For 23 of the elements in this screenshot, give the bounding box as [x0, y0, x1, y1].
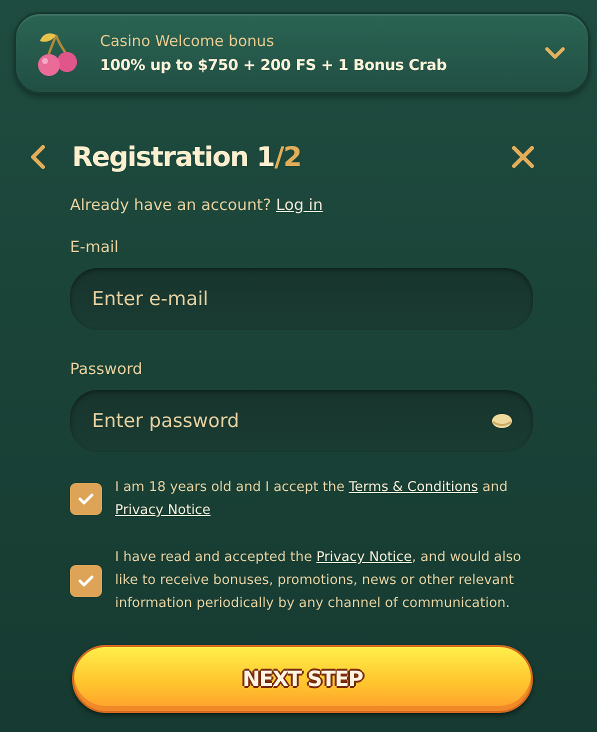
bonus-label: Casino Welcome bonus [100, 32, 276, 50]
consent-text: I am 18 years old and I accept the Terms & Conditions and Privacy Notice [115, 479, 509, 520]
login-prompt: Already have an account? Log in [70, 196, 324, 214]
consent-text: I have read and accepted the Privacy Notice, and would also like to receive bonuses, promotions, news or other relevant information periodically by any channel of communication. [115, 549, 522, 613]
chevron-down-icon[interactable] [544, 46, 566, 60]
back-icon[interactable] [28, 144, 48, 170]
bonus-offer: 100% up to $750 + 200 FS + 1 Bonus Crab [100, 56, 448, 74]
field-label: Password [70, 360, 144, 378]
policy-link[interactable]: Privacy Notice [316, 550, 412, 565]
field-label: E-mail [70, 238, 120, 256]
policy-link[interactable]: Terms & Conditions [348, 480, 478, 495]
policy-link[interactable]: Privacy Notice [115, 503, 211, 518]
checkbox[interactable] [70, 564, 102, 596]
check-icon [78, 574, 94, 586]
eye-icon[interactable] [491, 413, 513, 429]
check-icon [78, 493, 94, 505]
bonus-banner[interactable]: Casino Welcome bonus 100% up to $750 + 200 FS + 1 Bonus Crab [14, 12, 590, 94]
checkbox[interactable] [70, 483, 102, 515]
registration-title: Registration 1/2 [72, 142, 302, 172]
close-icon[interactable] [511, 145, 535, 169]
login-link[interactable]: Log in [276, 196, 323, 214]
password-field[interactable]: Enter password [70, 390, 533, 452]
email-field[interactable]: Enter e-mail [70, 268, 533, 330]
